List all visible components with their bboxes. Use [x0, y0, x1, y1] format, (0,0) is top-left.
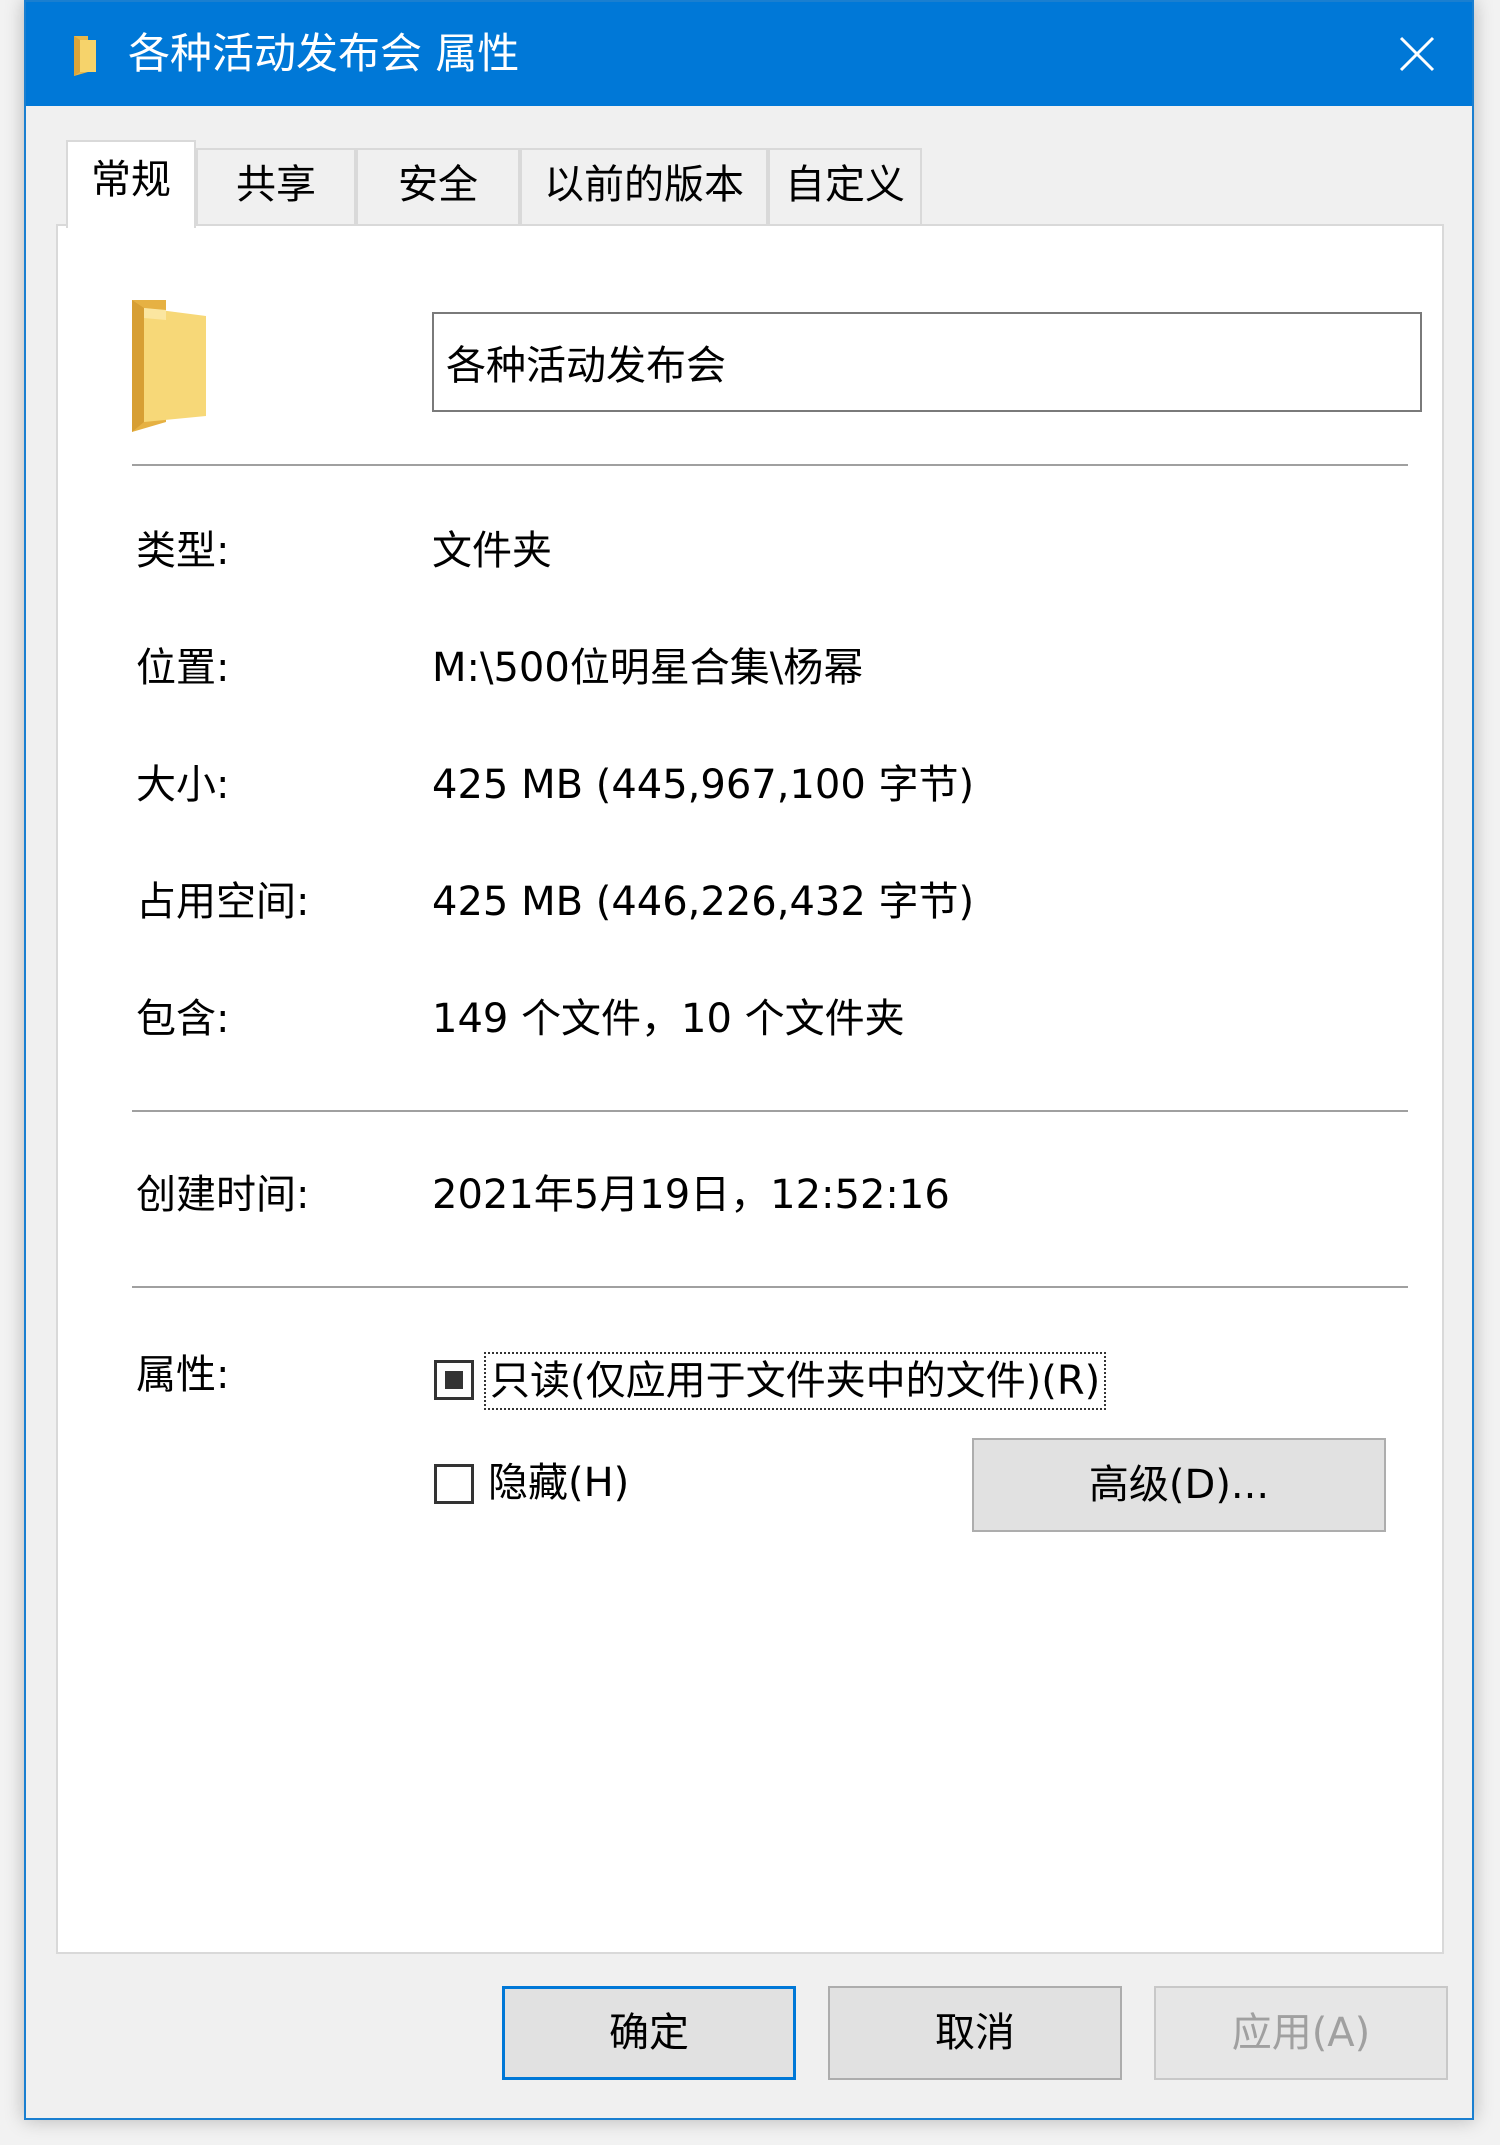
separator: [132, 1110, 1408, 1112]
general-tab-panel: 类型: 文件夹 位置: M:\500位明星合集\杨幂 大小: 425 MB (4…: [56, 224, 1444, 1954]
title-bar: 各种活动发布会 属性: [26, 2, 1472, 106]
size-label: 大小:: [136, 762, 230, 808]
window-title: 各种活动发布会 属性: [128, 29, 520, 78]
tab-security[interactable]: 安全: [356, 148, 520, 226]
type-label: 类型:: [136, 528, 230, 574]
contains-value: 149 个文件，10 个文件夹: [432, 996, 905, 1042]
tab-previous-versions[interactable]: 以前的版本: [520, 148, 768, 226]
indeterminate-mark: [445, 1371, 463, 1389]
created-value: 2021年5月19日，12:52:16: [432, 1172, 950, 1218]
disk-size-label: 占用空间:: [136, 879, 310, 925]
location-label: 位置:: [136, 645, 230, 691]
hidden-checkbox[interactable]: [434, 1464, 474, 1504]
advanced-button[interactable]: 高级(D)...: [972, 1438, 1386, 1532]
readonly-checkbox[interactable]: [434, 1360, 474, 1400]
attributes-label: 属性:: [136, 1352, 230, 1398]
close-icon: [1399, 36, 1435, 72]
tab-customize[interactable]: 自定义: [768, 148, 922, 226]
readonly-label[interactable]: 只读(仅应用于文件夹中的文件)(R): [484, 1352, 1107, 1410]
folder-icon: [74, 36, 96, 76]
disk-size-value: 425 MB (446,226,432 字节): [432, 879, 975, 925]
ok-button[interactable]: 确定: [502, 1986, 796, 2080]
tab-general[interactable]: 常规: [66, 140, 196, 228]
tab-sharing[interactable]: 共享: [196, 148, 356, 226]
hidden-label[interactable]: 隐藏(H): [488, 1456, 629, 1510]
created-label: 创建时间:: [136, 1172, 310, 1218]
size-value: 425 MB (445,967,100 字节): [432, 762, 975, 808]
type-value: 文件夹: [432, 528, 552, 574]
cancel-button[interactable]: 取消: [828, 1986, 1122, 2080]
separator: [132, 1286, 1408, 1288]
close-button[interactable]: [1362, 2, 1472, 106]
contains-label: 包含:: [136, 996, 230, 1042]
separator: [132, 464, 1408, 466]
apply-button[interactable]: 应用(A): [1154, 1986, 1448, 2080]
folder-large-icon: [132, 300, 206, 432]
location-value: M:\500位明星合集\杨幂: [432, 645, 864, 691]
folder-name-input[interactable]: [432, 312, 1422, 412]
properties-dialog: 各种活动发布会 属性 常规 共享 安全 以前的版本 自定义 类型: 文件夹 位置…: [24, 0, 1474, 2120]
